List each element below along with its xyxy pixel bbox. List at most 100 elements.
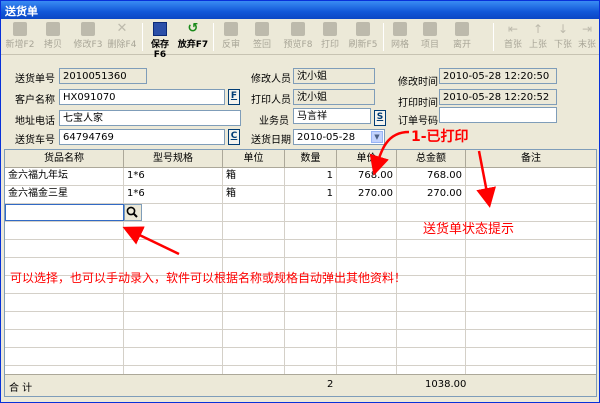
printer-label: 打印人员 <box>251 95 291 106</box>
grid-footer: 合 计 2 1038.00 <box>5 374 596 396</box>
product-name-input[interactable] <box>5 204 124 221</box>
check-icon <box>255 22 269 36</box>
next-button[interactable]: ↓ 下张 <box>551 22 575 52</box>
save-button[interactable]: 保存F6 <box>145 22 175 60</box>
discard-button[interactable]: ↺ 放弃F7 <box>177 22 209 52</box>
edit-button[interactable]: 修改F3 <box>71 22 105 52</box>
mod-time-field: 2010-05-28 12:20:50 <box>439 68 557 84</box>
delete-button[interactable]: ✕ 删除F4 <box>105 22 139 52</box>
item-button[interactable]: 项目 <box>417 22 443 52</box>
grid-line <box>5 257 596 258</box>
preview-icon <box>291 22 305 36</box>
address-label: 地址电话 <box>15 116 55 127</box>
cell-unit[interactable]: 箱 <box>223 186 284 203</box>
copy-icon <box>46 22 60 36</box>
new-button[interactable]: 新增F2 <box>3 22 37 52</box>
modifier-field: 沈小姐 <box>293 68 375 84</box>
grid-line <box>5 311 596 312</box>
print-time-field: 2010-05-28 12:20:52 <box>439 89 557 105</box>
exit-icon <box>455 22 469 36</box>
last-icon: ⇥ <box>581 22 593 36</box>
cell-total[interactable]: 270.00 <box>397 186 465 203</box>
last-button[interactable]: ⇥ 末张 <box>575 22 599 52</box>
car-field[interactable]: 64794769 <box>59 129 225 145</box>
arrow-down-icon: ↓ <box>557 22 569 36</box>
input-hint-annotation: 可以选择，也可以手动录入，软件可以根据名称或规格自动弹出其他资料！ <box>10 271 407 285</box>
order-label: 订单号码 <box>398 116 438 127</box>
refresh-button[interactable]: 刷新F5 <box>345 22 381 52</box>
toolbar: 新增F2 拷贝 修改F3 ✕ 删除F4 保存F6 ↺ 放弃F7 反审 签回 预览… <box>1 19 599 60</box>
preview-button[interactable]: 预览F8 <box>281 22 315 52</box>
print-button[interactable]: 打印 <box>317 22 343 52</box>
title-bar: 送货单 <box>1 1 599 19</box>
chevron-down-icon[interactable]: ▼ <box>371 131 383 143</box>
cell-spec[interactable]: 1*6 <box>124 186 222 203</box>
grid-line <box>5 365 596 366</box>
sales-label: 业务员 <box>259 116 289 127</box>
toolbar-separator <box>142 23 143 51</box>
product-search-button[interactable] <box>124 204 142 221</box>
column-header-name[interactable]: 货品名称 <box>5 150 124 168</box>
copy-button[interactable]: 拷贝 <box>39 22 67 52</box>
cell-unit[interactable]: 箱 <box>223 168 284 185</box>
footer-qty: 2 <box>327 379 334 390</box>
cell-name[interactable]: 金六福九年坛 <box>5 168 123 185</box>
order-no-label: 送货单号 <box>15 74 55 85</box>
cell-spec[interactable]: 1*6 <box>124 168 222 185</box>
date-label: 送货日期 <box>251 135 291 146</box>
delivery-order-window: 送货单 新增F2 拷贝 修改F3 ✕ 删除F4 保存F6 ↺ 放弃F7 反审 签… <box>0 0 600 403</box>
printer-icon <box>323 22 337 36</box>
cell-name[interactable]: 金六福金三星 <box>5 186 123 203</box>
cell-qty[interactable]: 1 <box>285 168 336 185</box>
toolbar-separator <box>493 23 494 51</box>
column-header-spec[interactable]: 型号规格 <box>124 150 223 168</box>
order-no-field: 2010051360 <box>59 68 147 84</box>
save-icon <box>153 22 167 36</box>
car-label: 送货车号 <box>15 135 55 146</box>
printer-field: 沈小姐 <box>293 89 375 105</box>
grid-line <box>5 239 596 240</box>
undo-icon: ↺ <box>187 21 199 36</box>
column-header-qty[interactable]: 数量 <box>285 150 337 168</box>
status-hint-annotation: 送货单状态提示 <box>423 222 515 237</box>
date-value: 2010-05-28 <box>297 132 356 143</box>
customer-field[interactable]: HX091070 <box>59 89 225 105</box>
exit-button[interactable]: 离开 <box>449 22 475 52</box>
cell-qty[interactable]: 1 <box>285 186 336 203</box>
address-field[interactable]: 七宝人家 <box>59 110 241 126</box>
unaudit-icon <box>224 22 238 36</box>
delete-icon: ✕ <box>116 21 128 36</box>
grid-button[interactable]: 网格 <box>387 22 413 52</box>
first-button[interactable]: ⇤ 首张 <box>501 22 525 52</box>
date-select[interactable]: 2010-05-28 ▼ <box>293 129 385 145</box>
window-title: 送货单 <box>5 5 38 18</box>
order-field[interactable] <box>439 107 557 123</box>
cell-total[interactable]: 768.00 <box>397 168 465 185</box>
cell-price[interactable]: 270.00 <box>337 186 396 203</box>
car-lookup-button[interactable]: C <box>228 129 240 145</box>
customer-lookup-button[interactable]: F <box>228 89 240 105</box>
grid-line <box>465 168 466 374</box>
header-form: 送货单号 2010051360 客户名称 HX091070 F 地址电话 七宝人… <box>1 56 599 148</box>
toolbar-separator <box>383 23 384 51</box>
footer-label: 合 计 <box>9 383 33 394</box>
prev-button[interactable]: ↑ 上张 <box>526 22 550 52</box>
sales-field[interactable]: 马言祥 <box>293 108 371 124</box>
grid-line <box>5 293 596 294</box>
column-header-price[interactable]: 单价 <box>337 150 397 168</box>
grid-line <box>5 329 596 330</box>
customer-label: 客户名称 <box>15 95 55 106</box>
signback-button[interactable]: 签回 <box>249 22 275 52</box>
column-header-unit[interactable]: 单位 <box>223 150 285 168</box>
mod-time-label: 修改时间 <box>398 77 438 88</box>
column-header-remark[interactable]: 备注 <box>466 150 596 168</box>
arrow-up-icon: ↑ <box>532 22 544 36</box>
first-icon: ⇤ <box>507 22 519 36</box>
column-header-total[interactable]: 总金额 <box>397 150 466 168</box>
cell-price[interactable]: 768.00 <box>337 168 396 185</box>
item-icon <box>423 22 437 36</box>
grid-icon <box>393 22 407 36</box>
modifier-label: 修改人员 <box>251 74 291 85</box>
sales-lookup-button[interactable]: S <box>374 110 386 126</box>
unaudit-button[interactable]: 反审 <box>218 22 244 52</box>
